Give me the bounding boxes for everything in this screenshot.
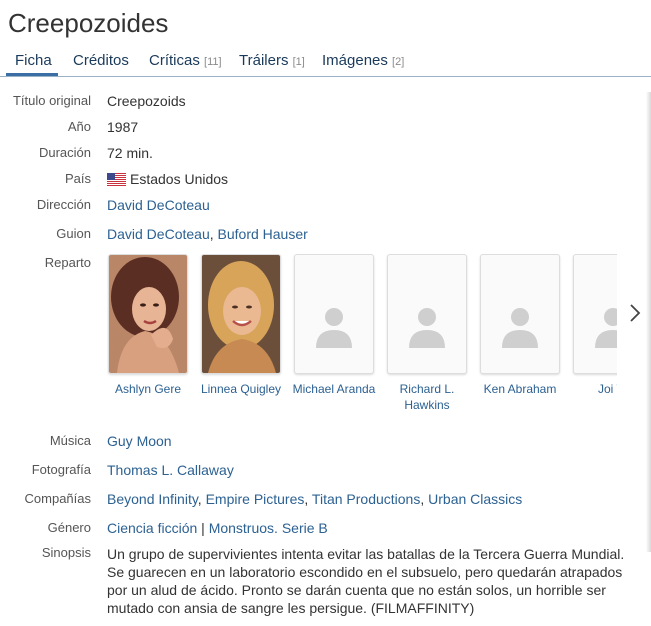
tab-trailers[interactable]: Tráilers [1] <box>239 52 305 69</box>
side-panel-edge <box>646 92 651 552</box>
director-value: David DeCoteau <box>107 197 210 213</box>
director-link[interactable]: David DeCoteau <box>107 197 210 213</box>
cast-card[interactable]: Joi W <box>573 254 617 397</box>
duration-value: 72 min. <box>107 145 153 161</box>
genre-link[interactable]: Ciencia ficción <box>107 520 197 536</box>
photography-value: Thomas L. Callaway <box>107 462 234 478</box>
duration-label: Duración <box>38 145 91 160</box>
company-link[interactable]: Urban Classics <box>428 491 522 507</box>
writer-link[interactable]: Buford Hauser <box>218 226 308 242</box>
tab-criticas[interactable]: Críticas [11] <box>149 52 222 69</box>
tab-label: Imágenes <box>322 52 388 69</box>
genre-label: Género <box>47 520 91 535</box>
writers-label: Guion <box>56 226 91 241</box>
companies-value: Beyond Infinity, Empire Pictures, Titan … <box>107 491 523 507</box>
cast-name[interactable]: Joi W <box>566 381 617 397</box>
genre-link[interactable]: Monstruos. Serie B <box>209 520 328 536</box>
cast-name[interactable]: Richard L. Hawkins <box>380 381 474 413</box>
photography-link[interactable]: Thomas L. Callaway <box>107 462 234 478</box>
chevron-right-icon[interactable] <box>626 300 644 326</box>
music-link[interactable]: Guy Moon <box>107 433 172 449</box>
tab-label: Ficha <box>15 52 52 69</box>
cast-name[interactable]: Ken Abraham <box>473 381 567 397</box>
cast-name[interactable]: Linnea Quigley <box>194 381 288 397</box>
person-silhouette-icon <box>316 308 352 348</box>
synopsis-label: Sinopsis <box>41 545 91 560</box>
music-value: Guy Moon <box>107 433 172 449</box>
cast-photo[interactable] <box>201 254 281 374</box>
person-silhouette-icon <box>409 308 445 348</box>
tab-bar: Ficha Créditos Críticas [11] Tráilers [1… <box>0 46 651 77</box>
cast-name[interactable]: Ashlyn Gere <box>107 381 195 397</box>
tab-ficha[interactable]: Ficha <box>15 52 52 69</box>
page-title: Creepozoides <box>8 8 169 38</box>
person-silhouette-icon <box>502 308 538 348</box>
genre-value: Ciencia ficción | Monstruos. Serie B <box>107 520 328 536</box>
cast-label: Reparto <box>44 255 91 270</box>
companies-label: Compañías <box>24 491 91 506</box>
cast-card[interactable]: Michael Aranda <box>293 254 375 397</box>
synopsis-text: Un grupo de supervivientes intenta evita… <box>107 546 625 616</box>
cast-card[interactable]: Ashlyn Gere <box>108 254 188 397</box>
cast-name[interactable]: Michael Aranda <box>287 381 381 397</box>
cast-photo-placeholder[interactable] <box>480 254 560 374</box>
tab-label: Créditos <box>73 52 129 69</box>
country-label: País <box>64 171 91 186</box>
tab-count: [11] <box>204 56 222 68</box>
cast-photo-placeholder[interactable] <box>573 254 617 374</box>
company-link[interactable]: Beyond Infinity <box>107 491 198 507</box>
cast-card[interactable]: Richard L. Hawkins <box>387 254 467 413</box>
tab-count: [2] <box>392 56 405 68</box>
cast-card[interactable]: Ken Abraham <box>480 254 560 397</box>
original-title-value: Creepozoids <box>107 93 186 109</box>
writers-value: David DeCoteau, Buford Hauser <box>107 226 308 242</box>
director-label: Dirección <box>36 197 91 212</box>
country-value: Estados Unidos <box>107 171 228 187</box>
writer-link[interactable]: David DeCoteau <box>107 226 210 242</box>
company-link[interactable]: Empire Pictures <box>206 491 305 507</box>
photography-label: Fotografía <box>31 462 91 477</box>
year-value: 1987 <box>107 119 139 135</box>
company-link[interactable]: Titan Productions <box>312 491 420 507</box>
tab-creditos[interactable]: Créditos <box>73 52 129 69</box>
cast-carousel: Ashlyn Gere Linnea Quigley Michael Arand… <box>107 254 617 414</box>
music-label: Música <box>49 433 91 448</box>
cast-photo-placeholder[interactable] <box>387 254 467 374</box>
tab-label: Críticas <box>149 52 200 69</box>
person-silhouette-icon <box>595 308 617 348</box>
tab-label: Tráilers <box>239 52 289 69</box>
us-flag-icon <box>107 173 126 186</box>
country-name: Estados Unidos <box>130 171 229 187</box>
year-label: Año <box>67 119 91 134</box>
original-title-label: Título original <box>12 93 91 108</box>
active-tab-indicator <box>6 73 58 76</box>
cast-photo-placeholder[interactable] <box>294 254 374 374</box>
cast-card[interactable]: Linnea Quigley <box>201 254 281 397</box>
cast-photo[interactable] <box>108 254 188 374</box>
tab-count: [1] <box>292 56 305 68</box>
tab-imagenes[interactable]: Imágenes [2] <box>322 52 404 69</box>
